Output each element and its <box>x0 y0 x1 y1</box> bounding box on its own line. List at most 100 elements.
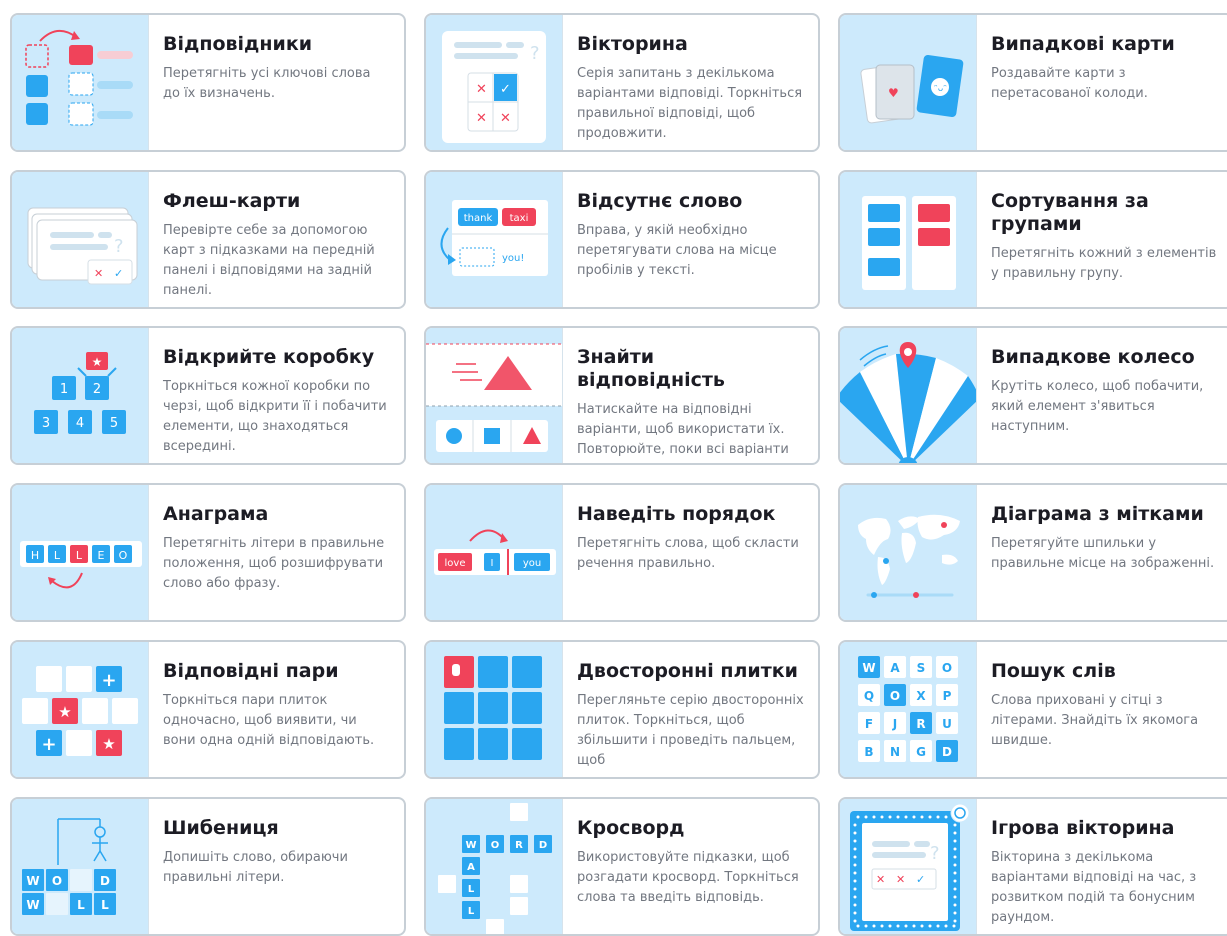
template-description: Перетягніть слова, щоб скласти речення п… <box>577 536 799 571</box>
svg-text:W: W <box>26 898 39 912</box>
svg-text:L: L <box>77 898 85 912</box>
template-description: Перетягуйте шпильки у правильне місце на… <box>991 536 1215 571</box>
pairs-icon: + ★ + ★ <box>12 642 149 777</box>
template-card-find-the-match[interactable]: Знайти відповідність Натискайте на відпо… <box>424 326 820 465</box>
svg-text:4: 4 <box>76 416 84 431</box>
svg-text:✕: ✕ <box>94 267 103 280</box>
svg-text:G: G <box>916 745 926 759</box>
svg-text:ᵔᴗᵔ: ᵔᴗᵔ <box>934 84 947 94</box>
template-title: Вікторина <box>577 33 688 55</box>
template-card-unjumble[interactable]: love I you Наведіть порядок Перетягніть … <box>424 483 820 622</box>
unjumble-icon: love I you <box>426 485 563 620</box>
template-card-gameshow-quiz[interactable]: ? ✕ ✕ ✓ Ігрова вікторина Вікторина з дек… <box>838 797 1227 936</box>
template-description: Торкніться пари плиток одночасно, щоб ви… <box>163 693 375 748</box>
template-title: Ігрова вікторина <box>991 817 1175 839</box>
svg-text:♥: ♥ <box>888 86 899 100</box>
template-card-missing-word[interactable]: thank taxi you! Відсутнє слово Вправа, у… <box>424 170 820 309</box>
svg-text:O: O <box>119 549 128 562</box>
anagram-icon: H L L E O <box>12 485 149 620</box>
svg-text:Q: Q <box>864 689 874 703</box>
template-card-hangman[interactable]: WO D W L L Шибениця Допишіть слово, обираючи… <box>10 797 406 936</box>
template-title: Відповідники <box>163 33 313 55</box>
svg-text:✕: ✕ <box>500 111 511 126</box>
wheel-icon <box>840 328 977 463</box>
template-card-matching-pairs[interactable]: + ★ + ★ Відповідні пари Торкніться пари … <box>10 640 406 779</box>
svg-text:+: + <box>41 734 56 755</box>
quiz-icon: ? ✕ ✓ ✕ ✕ <box>426 15 563 150</box>
svg-text:O: O <box>52 874 62 888</box>
template-description: Перетягніть усі ключові слова до їх визн… <box>163 66 371 101</box>
gameshow-icon: ? ✕ ✕ ✓ <box>840 799 977 934</box>
svg-text:L: L <box>54 549 61 562</box>
template-description: Перегляньте серію двосторонніх плиток. Т… <box>577 693 804 768</box>
template-title: Двосторонні плитки <box>577 660 798 682</box>
svg-text:X: X <box>916 689 926 703</box>
svg-text:N: N <box>890 745 900 759</box>
svg-text:1: 1 <box>60 382 68 397</box>
svg-text:U: U <box>942 717 952 731</box>
template-card-random-cards[interactable]: ♥ ᵔᴗᵔ Випадкові карти Роздавайте карти з… <box>838 13 1227 152</box>
svg-text:W: W <box>26 874 39 888</box>
svg-text:I: I <box>491 558 494 569</box>
template-description: Використовуйте підказки, щоб розгадати к… <box>577 850 799 905</box>
template-title: Випадкове колесо <box>991 346 1195 368</box>
svg-text:you: you <box>523 558 541 569</box>
missing-word-icon: thank taxi you! <box>426 172 563 307</box>
svg-text:B: B <box>864 745 873 759</box>
svg-text:L: L <box>468 906 475 917</box>
svg-text:J: J <box>892 717 897 731</box>
svg-text:3: 3 <box>42 416 50 431</box>
crossword-icon: WORDALL <box>426 799 563 934</box>
template-description: Вікторина з декількома варіантами відпов… <box>991 850 1197 925</box>
flash-cards-icon: ? ✕ ✓ <box>12 172 149 307</box>
svg-text:F: F <box>865 717 873 731</box>
svg-text:S: S <box>917 661 926 675</box>
svg-text:W: W <box>465 840 476 851</box>
template-card-open-the-box[interactable]: ★ 1 2 3 4 5 Відкрийте коробку Торкніться… <box>10 326 406 465</box>
template-card-random-wheel[interactable]: Випадкове колесо Крутіть колесо, щоб поб… <box>838 326 1227 465</box>
flip-tiles-icon <box>426 642 563 777</box>
svg-text:W: W <box>862 661 875 675</box>
find-match-icon <box>426 328 563 463</box>
template-card-wordsearch[interactable]: W A S O Q O X P F J R U B N G D Пошук слів Слова прихов… <box>838 640 1227 779</box>
template-description: Перевірте себе за допомогою карт з підка… <box>163 223 375 298</box>
group-sort-icon <box>840 172 977 307</box>
template-card-labelled-diagram[interactable]: Діаграма з мітками Перетягуйте шпильки у… <box>838 483 1227 622</box>
svg-text:D: D <box>539 840 547 851</box>
template-title: Відкрийте коробку <box>163 346 375 368</box>
svg-text:✕: ✕ <box>876 873 885 886</box>
svg-text:★: ★ <box>92 355 103 369</box>
svg-text:O: O <box>942 661 952 675</box>
template-title: Знайти відповідність <box>577 346 725 391</box>
svg-text:R: R <box>916 717 925 731</box>
svg-text:★: ★ <box>102 735 115 753</box>
template-title: Флеш-карти <box>163 190 301 212</box>
svg-text:?: ? <box>530 43 540 64</box>
svg-text:✕: ✕ <box>896 873 905 886</box>
template-card-flash-cards[interactable]: ? ✕ ✓ Флеш-карти Перевірте себе за допом… <box>10 170 406 309</box>
template-description: Допишіть слово, обираючи правильні літер… <box>163 850 348 885</box>
template-card-flip-tiles[interactable]: Двосторонні плитки Перегляньте серію дво… <box>424 640 820 779</box>
svg-text:?: ? <box>930 843 940 864</box>
template-card-quiz[interactable]: ? ✕ ✓ ✕ ✕ Вікторина Серія запитань з дек… <box>424 13 820 152</box>
svg-text:D: D <box>942 745 952 759</box>
svg-text:✓: ✓ <box>114 267 123 280</box>
svg-text:5: 5 <box>110 416 118 431</box>
svg-text:A: A <box>890 661 900 675</box>
svg-text:love: love <box>445 558 466 569</box>
svg-text:O: O <box>491 840 500 851</box>
svg-text:L: L <box>468 884 475 895</box>
wordsearch-icon: W A S O Q O X P F J R U B N G D <box>840 642 977 777</box>
boxes-icon: ★ 1 2 3 4 5 <box>12 328 149 463</box>
svg-text:P: P <box>943 689 952 703</box>
template-card-crossword[interactable]: WORDALL Кросворд Використовуйте підказки… <box>424 797 820 936</box>
template-card-group-sort[interactable]: Сортування за групами Перетягніть кожний… <box>838 170 1227 309</box>
template-card-anagram[interactable]: H L L E O Анаграма Перетягніть літери в … <box>10 483 406 622</box>
svg-text:H: H <box>31 549 39 562</box>
svg-text:O: O <box>890 689 900 703</box>
template-card-match-up[interactable]: Відповідники Перетягніть усі ключові сло… <box>10 13 406 152</box>
svg-text:A: A <box>467 862 475 873</box>
svg-text:✕: ✕ <box>476 111 487 126</box>
template-description: Натискайте на відповідні варіанти, щоб в… <box>577 402 789 457</box>
template-title: Кросворд <box>577 817 685 839</box>
